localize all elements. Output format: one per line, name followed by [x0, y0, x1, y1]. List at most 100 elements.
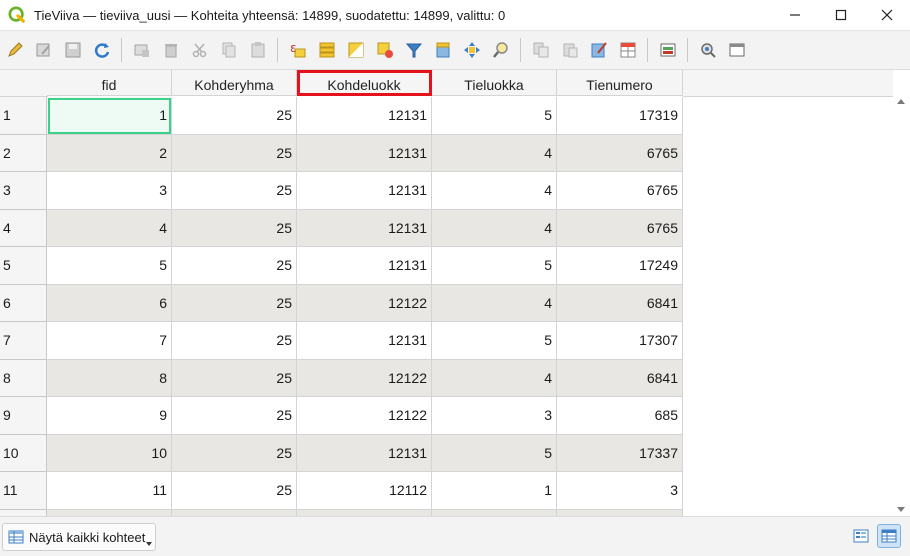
cell-kohderyhma[interactable]: 25 — [172, 209, 297, 247]
organize-columns-button[interactable] — [725, 39, 748, 62]
conditional-formatting-button[interactable] — [616, 39, 639, 62]
maximize-button[interactable] — [818, 0, 864, 30]
cell-kohderyhma[interactable]: 25 — [172, 172, 297, 210]
cell-fid[interactable]: 8 — [47, 359, 172, 397]
cell-kohdeluokk[interactable]: 12112 — [297, 472, 432, 510]
column-header-tieluokka[interactable]: Tieluokka — [432, 70, 557, 96]
select-all-button[interactable] — [315, 39, 338, 62]
cell-kohdeluokk[interactable]: 12131 — [297, 172, 432, 210]
cell-tieluokka[interactable]: 4 — [432, 172, 557, 210]
cell-kohderyhma[interactable]: 25 — [172, 134, 297, 172]
delete-feature-button[interactable] — [159, 39, 182, 62]
cell-tieluokka[interactable]: 5 — [432, 247, 557, 285]
reload-button[interactable] — [90, 39, 113, 62]
cell-kohdeluokk[interactable]: 12131 — [297, 209, 432, 247]
row-header[interactable]: 6 — [0, 284, 47, 322]
cell-kohdeluokk[interactable]: 12131 — [297, 247, 432, 285]
cell-kohdeluokk[interactable]: 12131 — [297, 97, 432, 135]
table-corner[interactable] — [0, 70, 48, 97]
minimize-button[interactable] — [772, 0, 818, 30]
column-header-tienumero[interactable]: Tienumero — [557, 70, 683, 96]
cell-kohderyhma[interactable]: 25 — [172, 359, 297, 397]
scroll-down-arrow-icon[interactable] — [897, 507, 905, 512]
row-header[interactable]: 8 — [0, 359, 47, 397]
cell-kohderyhma[interactable]: 25 — [172, 247, 297, 285]
cell-tienumero[interactable]: 685 — [557, 397, 683, 435]
cell-fid[interactable]: 9 — [47, 397, 172, 435]
deselect-all-button[interactable] — [373, 39, 396, 62]
row-header[interactable]: 1 — [0, 97, 47, 135]
form-view-button[interactable] — [849, 524, 873, 548]
cell-kohdeluokk[interactable]: 12122 — [297, 397, 432, 435]
copy-rows-button[interactable] — [529, 39, 552, 62]
cell-tieluokka[interactable]: 3 — [432, 397, 557, 435]
scroll-up-arrow-icon[interactable] — [897, 99, 905, 104]
invert-selection-button[interactable] — [344, 39, 367, 62]
vertical-scrollbar[interactable] — [893, 97, 910, 516]
row-header[interactable]: 4 — [0, 209, 47, 247]
cell-tienumero[interactable]: 17319 — [557, 97, 683, 135]
cell-fid[interactable]: 6 — [47, 284, 172, 322]
cut-button[interactable] — [188, 39, 211, 62]
cell-kohdeluokk[interactable]: 12131 — [297, 434, 432, 472]
paste-button[interactable] — [246, 39, 269, 62]
column-header-fid[interactable]: fid — [47, 70, 172, 96]
multi-edit-button[interactable] — [32, 39, 55, 62]
row-header[interactable]: 2 — [0, 134, 47, 172]
cell-tienumero[interactable]: 17249 — [557, 247, 683, 285]
cell-kohderyhma[interactable]: 25 — [172, 322, 297, 360]
cell-fid[interactable]: 11 — [47, 472, 172, 510]
cell-fid[interactable]: 1 — [47, 97, 172, 135]
cell-kohderyhma[interactable]: 25 — [172, 434, 297, 472]
cell-tienumero[interactable]: 6765 — [557, 134, 683, 172]
row-header[interactable]: 9 — [0, 397, 47, 435]
cell-fid[interactable]: 3 — [47, 172, 172, 210]
row-header[interactable]: 10 — [0, 434, 47, 472]
move-selection-to-top-button[interactable] — [431, 39, 454, 62]
cell-tieluokka[interactable]: 4 — [432, 209, 557, 247]
table-view-button[interactable] — [877, 524, 901, 548]
column-header-kohdeluokk[interactable]: Kohdeluokk — [297, 70, 432, 96]
cell-tienumero[interactable]: 6765 — [557, 209, 683, 247]
cell-tienumero[interactable]: 6841 — [557, 284, 683, 322]
cell-fid[interactable]: 5 — [47, 247, 172, 285]
pan-map-button[interactable] — [460, 39, 483, 62]
zoom-map-button[interactable] — [489, 39, 512, 62]
cell-tieluokka[interactable]: 5 — [432, 97, 557, 135]
row-header[interactable]: 3 — [0, 172, 47, 210]
filter-selection-button[interactable] — [402, 39, 425, 62]
cell-tieluokka[interactable]: 4 — [432, 134, 557, 172]
cell-tienumero[interactable]: 6841 — [557, 359, 683, 397]
select-by-expression-button[interactable]: ε — [286, 39, 309, 62]
row-header[interactable]: 5 — [0, 247, 47, 285]
cell-tienumero[interactable]: 3 — [557, 472, 683, 510]
cell-tieluokka[interactable]: 4 — [432, 359, 557, 397]
cell-tieluokka[interactable]: 5 — [432, 322, 557, 360]
cell-kohdeluokk[interactable]: 12122 — [297, 359, 432, 397]
cell-kohderyhma[interactable]: 25 — [172, 97, 297, 135]
save-edits-button[interactable] — [61, 39, 84, 62]
field-calculator-button[interactable] — [587, 39, 610, 62]
row-header[interactable]: 11 — [0, 472, 47, 510]
cell-kohderyhma[interactable]: 25 — [172, 472, 297, 510]
copy-button[interactable] — [217, 39, 240, 62]
cell-tienumero[interactable]: 17307 — [557, 322, 683, 360]
add-feature-button[interactable] — [130, 39, 153, 62]
cell-kohdeluokk[interactable]: 12122 — [297, 284, 432, 322]
cell-fid[interactable]: 4 — [47, 209, 172, 247]
cell-tieluokka[interactable]: 4 — [432, 284, 557, 322]
cell-kohderyhma[interactable]: 25 — [172, 397, 297, 435]
close-button[interactable] — [864, 0, 910, 30]
cell-tienumero[interactable]: 6765 — [557, 172, 683, 210]
feature-filter-button[interactable]: Näytä kaikki kohteet — [2, 523, 156, 551]
cell-tienumero[interactable]: 17337 — [557, 434, 683, 472]
cell-fid[interactable]: 2 — [47, 134, 172, 172]
actions-button[interactable] — [696, 39, 719, 62]
cell-kohderyhma[interactable]: 25 — [172, 284, 297, 322]
cell-kohdeluokk[interactable]: 12131 — [297, 134, 432, 172]
column-header-kohderyhma[interactable]: Kohderyhma — [172, 70, 297, 96]
cell-fid[interactable]: 10 — [47, 434, 172, 472]
dock-table-button[interactable] — [656, 39, 679, 62]
cell-kohdeluokk[interactable]: 12131 — [297, 322, 432, 360]
row-header[interactable]: 7 — [0, 322, 47, 360]
